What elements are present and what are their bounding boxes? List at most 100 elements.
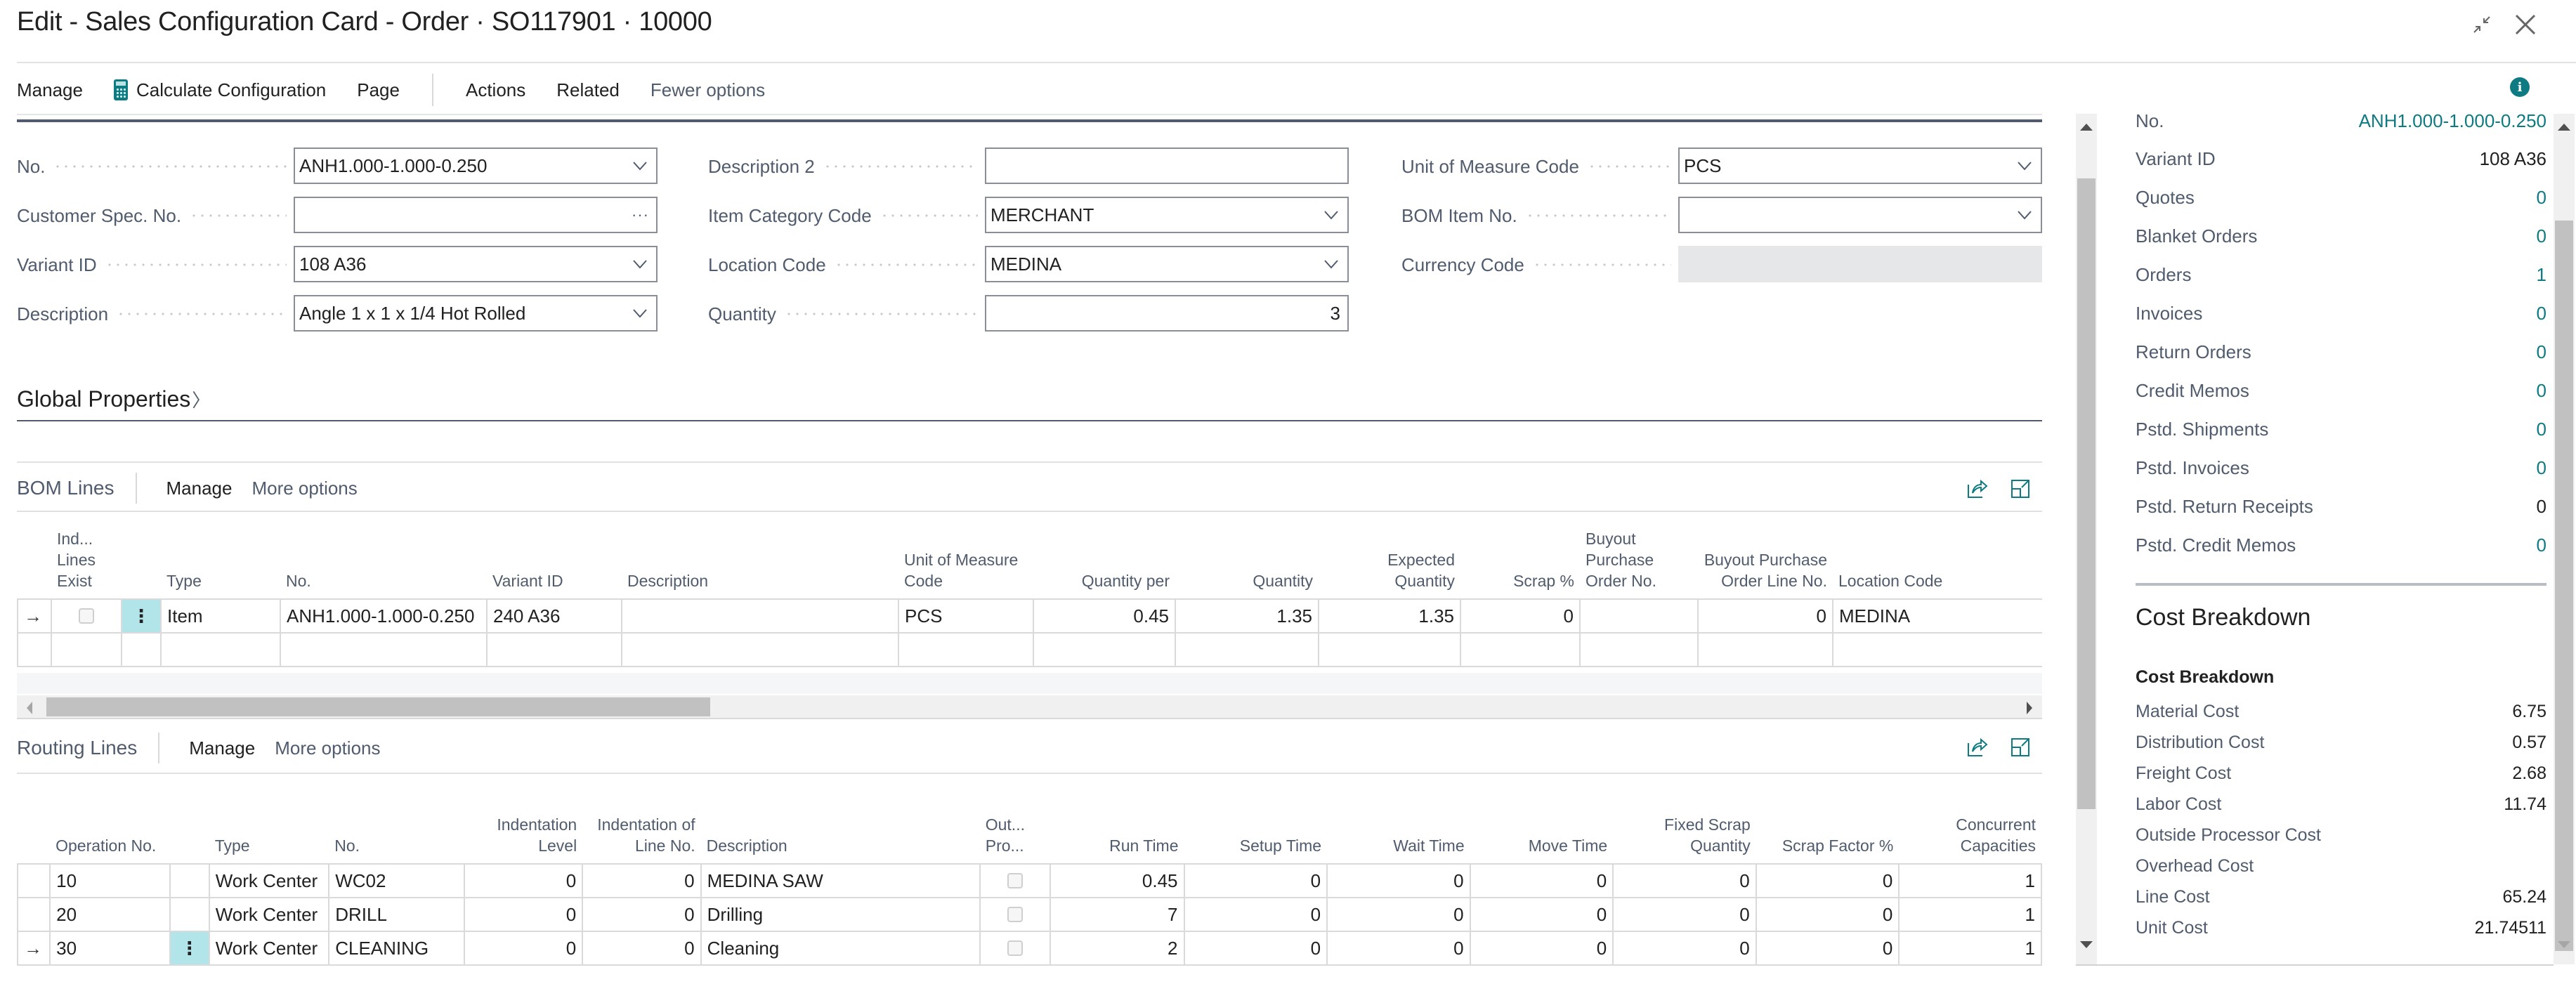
routing-cell-menu[interactable] [169,898,210,932]
expand-icon[interactable] [2011,478,2032,499]
routing-cell-run-time[interactable]: 0.45 [1050,863,1185,898]
factbox-value-link[interactable]: ANH1.000-1.000-0.250 [2359,110,2546,132]
routing-cell-concurrent-capacities[interactable]: 1 [1898,898,2042,932]
chevron-down-icon[interactable] [2015,159,2034,173]
bom-col-expected-quantity[interactable]: Expected Quantity [1319,512,1460,599]
routing-col-concurrent-capacities[interactable]: Concurrent Capacities [1899,774,2041,864]
bom-cell-type[interactable]: Item [160,598,281,634]
factbox-scroll-thumb[interactable] [2555,221,2573,951]
routing-cell-move-time[interactable]: 0 [1469,863,1614,898]
routing-col-type[interactable]: Type [209,774,329,864]
factbox-value-link[interactable]: 0 [2537,419,2546,440]
routing-cell-scrap-factor-pct[interactable]: 0 [1755,863,1900,898]
routing-col-wait-time[interactable]: Wait Time [1327,774,1470,864]
menu-manage[interactable]: Manage [17,79,83,101]
factbox-value-link[interactable]: 0 [2537,341,2546,363]
routing-cell-run-time[interactable]: 2 [1050,931,1185,966]
routing-table-row[interactable]: 20 Work Center DRILL 0 0 Drilling 7 0 0 … [17,898,2042,932]
item-category-code-field[interactable]: MERCHANT [985,197,1349,233]
quantity-field[interactable]: 3 [985,295,1349,332]
menu-actions[interactable]: Actions [466,79,525,101]
location-code-field[interactable]: MEDINA [985,246,1349,282]
routing-col-no[interactable]: No. [329,774,464,864]
menu-related[interactable]: Related [556,79,620,101]
routing-col-setup-time[interactable]: Setup Time [1184,774,1328,864]
bom-col-quantity[interactable]: Quantity [1175,512,1319,599]
routing-cell-operation-no[interactable]: 30 [49,931,171,966]
close-button[interactable] [2509,8,2542,41]
fewer-options-button[interactable]: Fewer options [650,79,765,101]
outside-processing-checkbox[interactable] [1007,940,1023,956]
routing-cell-setup-time[interactable]: 0 [1183,863,1328,898]
factbox-vertical-scrollbar[interactable] [2554,114,2575,964]
bom-col-ind-lines-exist[interactable]: Ind... Lines Exist [51,512,122,599]
scroll-down-icon[interactable] [2080,941,2093,948]
factbox-value-link[interactable]: 0 [2537,303,2546,324]
bom-col-no[interactable]: No. [280,512,487,599]
row-menu-icon[interactable]: ⋮ [169,931,210,966]
cost-breakdown-title[interactable]: Cost Breakdown [2136,604,2310,631]
routing-lines-manage-button[interactable]: Manage [189,737,255,759]
bom-cell-buyout-po-line-no[interactable]: 0 [1697,598,1833,634]
menu-page[interactable]: Page [357,79,400,101]
no-field[interactable]: ANH1.000-1.000-0.250 [294,147,658,184]
routing-cell-indentation-level[interactable]: 0 [463,863,584,898]
description-field[interactable]: Angle 1 x 1 x 1/4 Hot Rolled [294,295,658,332]
routing-cell-indentation-level[interactable]: 0 [463,931,584,966]
routing-cell-type[interactable]: Work Center [208,898,330,932]
bom-col-uom[interactable]: Unit of Measure Code [898,512,1033,599]
bom-cell-buyout-po-no[interactable] [1579,598,1699,634]
routing-cell-description[interactable]: Drilling [700,898,981,932]
bom-cell-description[interactable] [621,598,899,634]
routing-cell-operation-no[interactable]: 10 [49,863,171,898]
routing-cell-type[interactable]: Work Center [208,931,330,966]
routing-cell-fixed-scrap-qty[interactable]: 0 [1612,898,1757,932]
chevron-down-icon[interactable] [2015,208,2034,222]
routing-cell-description[interactable]: Cleaning [700,931,981,966]
routing-col-move-time[interactable]: Move Time [1470,774,1614,864]
main-vertical-scrollbar[interactable] [2076,114,2097,964]
info-icon[interactable]: i [2510,77,2530,97]
calculate-configuration-button[interactable]: Calculate Configuration [113,79,326,101]
bom-table-row[interactable]: → ⋮ Item ANH1.000-1.000-0.250 240 A36 PC… [17,598,2042,634]
factbox-value-link[interactable]: 0 [2537,187,2546,209]
routing-cell-no[interactable]: DRILL [328,898,465,932]
routing-col-operation-no[interactable]: Operation No. [50,774,169,864]
routing-cell-move-time[interactable]: 0 [1469,898,1614,932]
assist-edit-icon[interactable]: ··· [632,206,649,224]
bom-col-scrap-pct[interactable]: Scrap % [1460,512,1580,599]
chevron-down-icon[interactable] [631,257,649,271]
bom-lines-more-options-button[interactable]: More options [251,478,357,499]
routing-table-row[interactable]: → 30 ⋮ Work Center CLEANING 0 0 Cleaning… [17,931,2042,966]
routing-cell-concurrent-capacities[interactable]: 1 [1898,863,2042,898]
collapse-button[interactable] [2466,8,2498,41]
routing-cell-concurrent-capacities[interactable]: 1 [1898,931,2042,966]
share-icon[interactable] [1967,736,1988,757]
bom-cell-quantity[interactable]: 1.35 [1175,598,1319,634]
bom-cell-uom[interactable]: PCS [898,598,1034,634]
bom-cell-qty-per[interactable]: 0.45 [1033,598,1176,634]
routing-cell-scrap-factor-pct[interactable]: 0 [1755,898,1900,932]
factbox-value-link[interactable]: 0 [2537,457,2546,479]
routing-cell-scrap-factor-pct[interactable]: 0 [1755,931,1900,966]
routing-cell-wait-time[interactable]: 0 [1326,898,1471,932]
outside-processing-checkbox[interactable] [1007,907,1023,922]
routing-table-row[interactable]: 10 Work Center WC02 0 0 MEDINA SAW 0.45 … [17,863,2042,898]
bom-col-buyout-po-no[interactable]: Buyout Purchase Order No. [1580,512,1698,599]
routing-cell-type[interactable]: Work Center [208,863,330,898]
description-2-field[interactable] [985,147,1349,184]
bom-cell-location-code[interactable]: MEDINA [1832,598,2042,634]
routing-cell-indentation-line-no[interactable]: 0 [582,863,702,898]
bom-horizontal-scrollbar[interactable] [17,695,2042,719]
routing-cell-setup-time[interactable]: 0 [1183,931,1328,966]
routing-cell-no[interactable]: WC02 [328,863,465,898]
variant-id-field[interactable]: 108 A36 [294,246,658,282]
bom-horizontal-scroll-thumb[interactable] [46,697,710,716]
routing-lines-more-options-button[interactable]: More options [275,737,380,759]
customer-spec-no-field[interactable]: ··· [294,197,658,233]
chevron-down-icon[interactable] [631,159,649,173]
routing-cell-fixed-scrap-qty[interactable]: 0 [1612,863,1757,898]
factbox-value-link[interactable]: 0 [2537,534,2546,556]
chevron-down-icon[interactable] [631,306,649,320]
bom-item-no-field[interactable] [1678,197,2042,233]
